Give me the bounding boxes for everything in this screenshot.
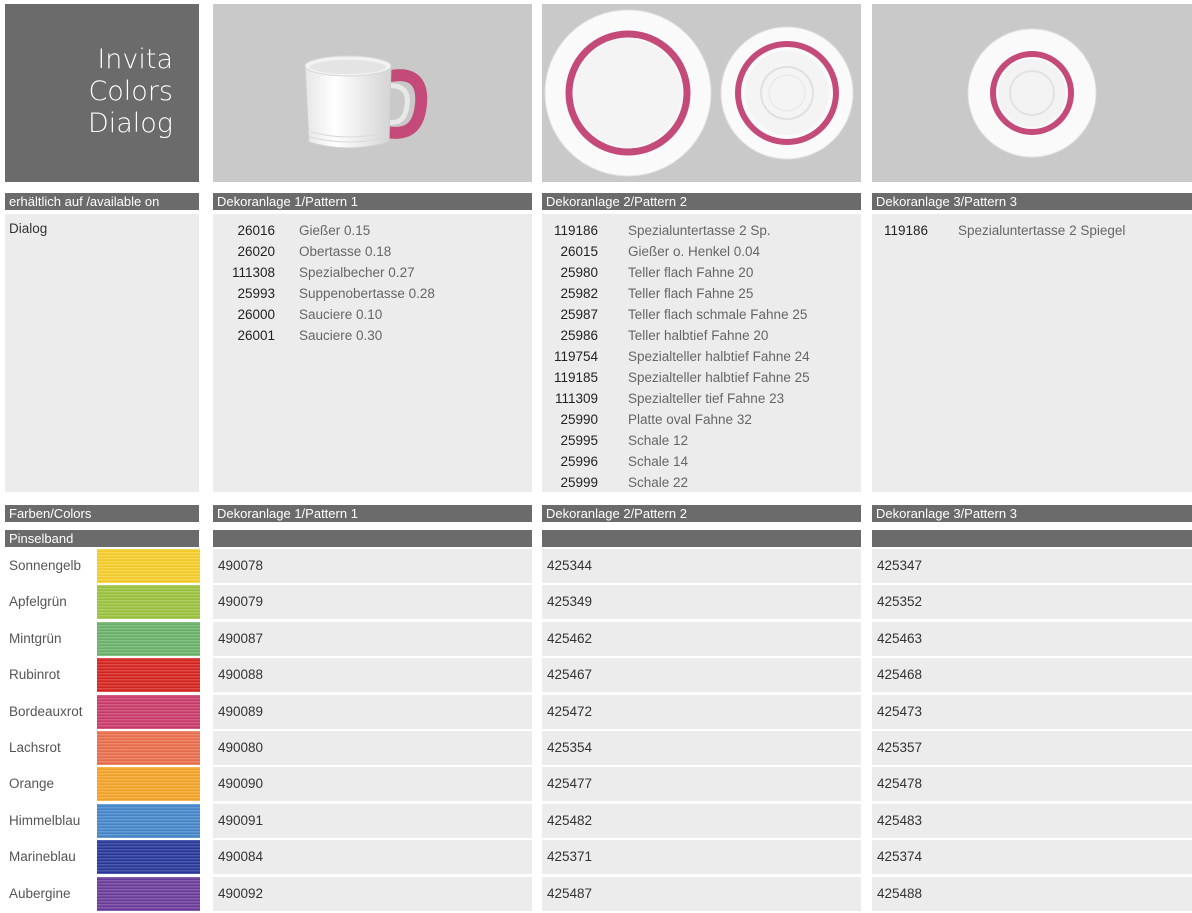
pattern-1-article: 490089: [213, 695, 532, 729]
pattern-1-article: 490080: [213, 731, 532, 765]
color-name: Aubergine: [9, 886, 71, 901]
list-item: 25990 Platte oval Fahne 32: [560, 412, 752, 427]
title-line-3: Dialog: [87, 108, 173, 139]
pattern-1-colors-header: Dekoranlage 1/Pattern 1: [213, 505, 532, 522]
list-item: 26001 Sauciere 0.30: [237, 328, 383, 343]
pattern-1-article: 490092: [213, 877, 532, 911]
pattern-2-article: 425344: [542, 549, 861, 583]
color-name: Rubinrot: [9, 667, 61, 682]
mug-image: [304, 55, 428, 149]
pattern-1-article: 490088: [213, 658, 532, 692]
pattern-3-article: 425468: [872, 658, 1192, 692]
list-item: 119186 Spezialuntertasse 2 Spiegel: [883, 223, 1126, 238]
available-panel: Dialog: [5, 214, 199, 492]
pattern-2-article: 425467: [542, 658, 861, 692]
pattern-3-article: 425463: [872, 622, 1192, 656]
color-swatch: [97, 622, 200, 656]
color-swatch: [97, 804, 200, 838]
pattern-1-article: 490091: [213, 804, 532, 838]
pattern-3-article: 425488: [872, 877, 1192, 911]
list-item: 25996 Schale 14: [560, 454, 689, 469]
list-item: 119754 Spezialteller halbtief Fahne 24: [553, 349, 810, 364]
pattern-1-subheader: [213, 530, 532, 547]
page-title: Invita Colors Dialog: [5, 4, 199, 182]
pattern-1-article: 490090: [213, 767, 532, 801]
pattern-3-colors-header: Dekoranlage 3/Pattern 3: [872, 505, 1192, 522]
available-series: Dialog: [9, 221, 48, 236]
list-item: 26016 Gießer 0.15: [237, 223, 371, 238]
pattern-2-article: 425487: [542, 877, 861, 911]
list-item: 111308 Spezialbecher 0.27: [231, 265, 415, 280]
color-swatch: [97, 585, 200, 619]
pattern-3-article: 425478: [872, 767, 1192, 801]
color-name: Apfelgrün: [9, 594, 67, 609]
pattern-1-photo: [213, 4, 532, 182]
pattern-2-article: 425472: [542, 695, 861, 729]
color-name: Orange: [9, 776, 55, 791]
list-item: 25980 Teller flach Fahne 20: [560, 265, 754, 280]
brush-band-header: Pinselband: [5, 530, 199, 547]
pattern-2-photo: [542, 4, 861, 182]
pattern-2-article: 425482: [542, 804, 861, 838]
pattern-3-article: 425357: [872, 731, 1192, 765]
colors-header: Farben/Colors: [5, 505, 199, 522]
color-name: Mintgrün: [9, 631, 62, 646]
color-swatch: [97, 549, 200, 583]
list-item: 25999 Schale 22: [560, 475, 689, 490]
pattern-3-list: 119186 Spezialuntertasse 2 Spiegel: [872, 214, 1192, 492]
pattern-2-article: 425462: [542, 622, 861, 656]
list-item: 26020 Obertasse 0.18: [237, 244, 392, 259]
list-item: 26015 Gießer o. Henkel 0.04: [560, 244, 761, 259]
pattern-2-subheader: [542, 530, 861, 547]
color-name: Bordeauxrot: [9, 704, 83, 719]
title-line-2: Colors: [88, 76, 173, 107]
pattern-2-article: 425371: [542, 840, 861, 874]
pattern-3-article: 425483: [872, 804, 1192, 838]
pattern-2-article: 425349: [542, 585, 861, 619]
pattern-3-subheader: [872, 530, 1192, 547]
pattern-1-list: 26016 Gießer 0.15 26020 Obertasse 0.18 111…: [213, 214, 532, 492]
saucer-image: [967, 28, 1097, 158]
pattern-3-photo: [872, 4, 1192, 182]
color-swatch: [97, 695, 200, 729]
list-item: 25995 Schale 12: [560, 433, 689, 448]
pattern-2-list: 119186 Spezialuntertasse 2 Sp. 26015 Gieße…: [542, 214, 861, 492]
pattern-1-article: 490078: [213, 549, 532, 583]
pattern-3-article: 425352: [872, 585, 1192, 619]
color-swatch: [97, 767, 200, 801]
pattern-3-article: 425347: [872, 549, 1192, 583]
color-swatch: [97, 840, 200, 874]
pattern-2-article: 425354: [542, 731, 861, 765]
title-line-1: Invita: [97, 44, 173, 75]
list-item: 111309 Spezialteller tief Fahne 23: [554, 391, 785, 406]
list-item: 26000 Sauciere 0.10: [237, 307, 383, 322]
pattern-1-article: 490087: [213, 622, 532, 656]
pattern-3-article: 425374: [872, 840, 1192, 874]
list-item: 119186 Spezialuntertasse 2 Sp.: [553, 223, 771, 238]
list-item: 25993 Suppenobertasse 0.28: [237, 286, 435, 301]
available-header: erhältlich auf /available on: [5, 193, 199, 210]
pattern-3-article: 425473: [872, 695, 1192, 729]
list-item: 25986 Teller halbtief Fahne 20: [560, 328, 769, 343]
list-item: 25987 Teller flach schmale Fahne 25: [560, 307, 808, 322]
list-item: 119185 Spezialteller halbtief Fahne 25: [553, 370, 810, 385]
list-item: 25982 Teller flach Fahne 25: [560, 286, 754, 301]
color-swatch: [97, 877, 200, 911]
color-name: Lachsrot: [9, 740, 61, 755]
pattern-2-header: Dekoranlage 2/Pattern 2: [542, 193, 861, 210]
pattern-1-article: 490084: [213, 840, 532, 874]
plates-image: [544, 9, 854, 177]
color-name: Sonnengelb: [9, 558, 82, 573]
pattern-1-article: 490079: [213, 585, 532, 619]
color-name: Marineblau: [9, 849, 76, 864]
pattern-1-header: Dekoranlage 1/Pattern 1: [213, 193, 532, 210]
color-name: Himmelblau: [9, 813, 81, 828]
color-swatch: [97, 658, 200, 692]
pattern-2-article: 425477: [542, 767, 861, 801]
color-swatch: [97, 731, 200, 765]
pattern-3-header: Dekoranlage 3/Pattern 3: [872, 193, 1192, 210]
pattern-2-colors-header: Dekoranlage 2/Pattern 2: [542, 505, 861, 522]
